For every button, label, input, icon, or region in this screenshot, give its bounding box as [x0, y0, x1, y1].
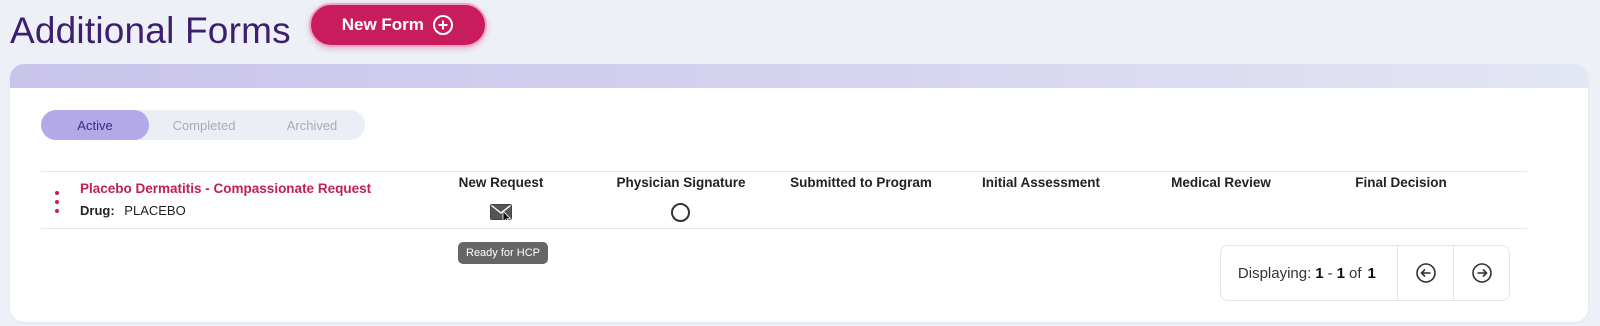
pagination-start: 1	[1315, 264, 1324, 282]
next-page-button[interactable]	[1453, 246, 1509, 300]
arrow-left-circle-icon	[1415, 263, 1436, 283]
drug-value: PLACEBO	[124, 203, 186, 218]
stage-initial-assessment: Initial Assessment	[981, 175, 1101, 190]
page-title: Additional Forms	[10, 10, 291, 51]
row-menu-icon[interactable]	[54, 191, 60, 213]
pagination-of: of	[1348, 264, 1362, 282]
pagination-dash: -	[1327, 264, 1333, 282]
drug-label: Drug:	[80, 203, 115, 218]
stage-physician-signature: Physician Signature	[616, 175, 746, 190]
tab-archived[interactable]: Archived	[259, 110, 365, 140]
row-divider-top	[41, 171, 1527, 172]
pagination-total: 1	[1367, 264, 1376, 282]
form-name-link[interactable]: Placebo Dermatitis - Compassionate Reque…	[80, 181, 371, 196]
new-form-button[interactable]: New Form	[308, 3, 487, 47]
pagination: Displaying: 1 - 1 of 1	[1220, 245, 1510, 301]
arrow-right-circle-icon	[1471, 263, 1492, 283]
forms-card: Active Completed Archived Placebo Dermat…	[10, 64, 1588, 322]
stage-submitted-to-program: Submitted to Program	[790, 175, 932, 190]
drug-info: Drug: PLACEBO	[80, 203, 186, 218]
previous-page-button[interactable]	[1398, 246, 1454, 300]
stage-new-request: New Request	[458, 175, 544, 190]
pagination-text: Displaying: 1 - 1 of 1	[1221, 246, 1398, 300]
row-divider-bottom	[41, 228, 1527, 229]
status-tabs: Active Completed Archived	[41, 110, 365, 140]
card-header-band	[10, 64, 1588, 88]
empty-circle-icon[interactable]	[671, 203, 690, 222]
plus-circle-icon	[432, 15, 453, 35]
tooltip: Ready for HCP	[458, 242, 548, 264]
stage-final-decision: Final Decision	[1355, 175, 1447, 190]
pagination-end: 1	[1336, 264, 1345, 282]
pagination-prefix: Displaying:	[1237, 264, 1312, 282]
tab-active[interactable]: Active	[41, 110, 149, 140]
new-form-label: New Form	[341, 15, 424, 34]
tab-completed[interactable]: Completed	[149, 110, 259, 140]
stage-medical-review: Medical Review	[1171, 175, 1271, 190]
envelope-icon[interactable]	[490, 204, 512, 220]
page-header: Additional Forms New Form	[10, 0, 487, 60]
